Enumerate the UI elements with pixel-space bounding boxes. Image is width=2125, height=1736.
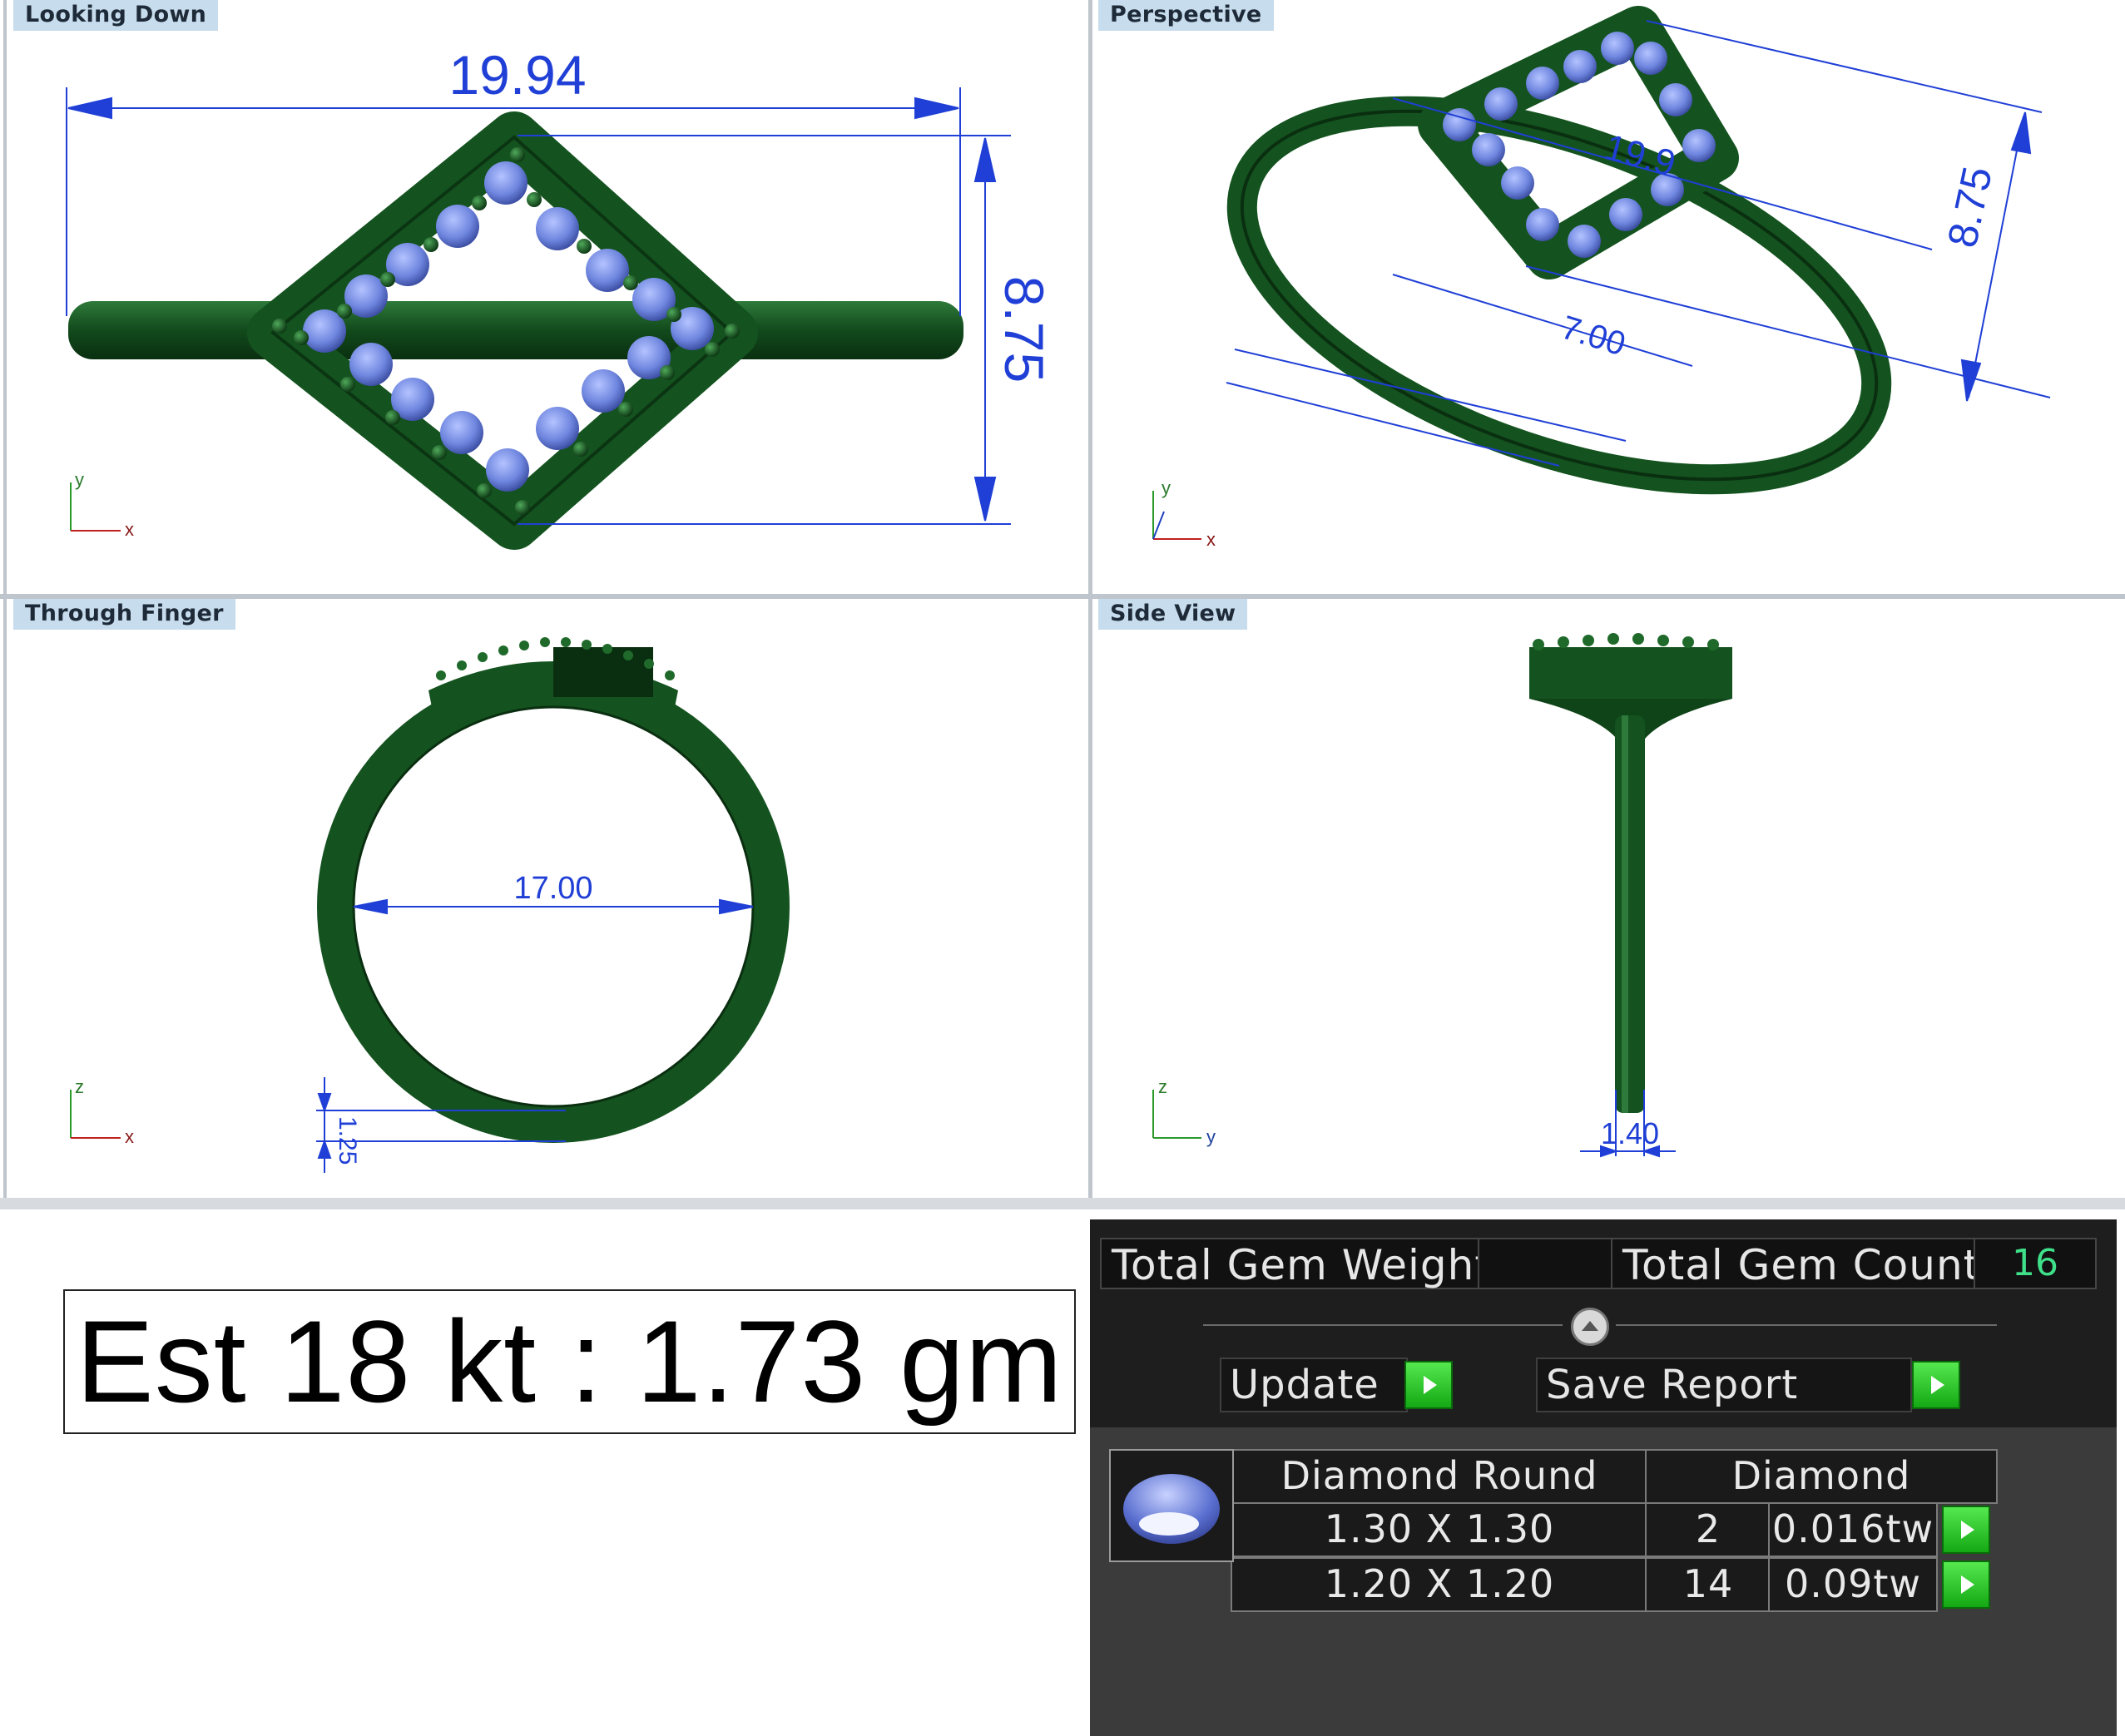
total-gem-count-value: 16	[1974, 1238, 2097, 1289]
table-header-shape: Diamond Round	[1231, 1449, 1648, 1504]
inner-diameter-label: 17.00	[513, 871, 592, 906]
viewport-border-bottom	[0, 1198, 2125, 1209]
row-1-play-button[interactable]	[1942, 1506, 1990, 1554]
viewport-border-left	[3, 0, 7, 1208]
save-report-play-icon[interactable]	[1912, 1361, 1960, 1409]
table-header-type: Diamond	[1645, 1449, 1998, 1504]
table-row-1-size: 1.30 X 1.30	[1231, 1502, 1648, 1557]
height-dimension-label: 8.75	[1939, 162, 2001, 251]
table-row-2-weight: 0.09tw	[1768, 1557, 1938, 1612]
gem-report-panel: Total Gem Weight .11 Total Gem Count 16 …	[1090, 1219, 2117, 1736]
viewport-perspective[interactable]: 19.9 8.75 7.00 y x Perspective	[1093, 0, 2117, 594]
axis-indicator-icon: z x	[70, 1076, 134, 1147]
width-dimension-label: 1.40	[1601, 1116, 1659, 1150]
viewport-label-looking-down: Looking Down	[13, 0, 219, 31]
update-play-icon[interactable]	[1404, 1361, 1453, 1409]
table-row-1-weight: 0.016tw	[1768, 1502, 1938, 1557]
dimension-lines	[1226, 20, 2051, 467]
ring-shank	[68, 301, 963, 359]
svg-text:x: x	[125, 519, 134, 540]
save-report-button-label: Save Report	[1546, 1362, 1799, 1408]
viewport-side-view[interactable]: 1.40 z y Side View	[1093, 599, 2117, 1198]
collapse-up-icon[interactable]	[1571, 1308, 1609, 1346]
top-setting	[1529, 647, 1732, 699]
ring-band	[1226, 96, 1892, 495]
weight-estimate-text: Est 18 kt : 1.73 gm	[76, 1296, 1063, 1427]
perspective-render: 19.9 8.75 7.00 y x	[1152, 6, 2051, 550]
viewport-looking-down[interactable]: 19.94 8.75 y x Looking Down	[8, 0, 1088, 594]
looking-down-render: 19.94 8.75 y x	[66, 44, 1055, 550]
row-2-play-button[interactable]	[1942, 1560, 1990, 1609]
thickness-label: 1.25	[334, 1116, 361, 1165]
play-icon	[1931, 1376, 1944, 1394]
ring-shank-side	[1615, 715, 1645, 1113]
viewport-label-through-finger: Through Finger	[13, 599, 235, 630]
play-icon	[1961, 1521, 1974, 1539]
width-dimension-label: 19.94	[448, 44, 586, 106]
axis-indicator-icon: y x	[1152, 477, 1216, 550]
viewport-through-finger[interactable]: 17.00 1.25 z x Through Finger	[8, 599, 1088, 1198]
axis-indicator-icon: y x	[70, 469, 134, 540]
viewport-label-side-view: Side View	[1098, 599, 1248, 630]
play-icon	[1961, 1575, 1974, 1594]
svg-text:z: z	[1158, 1076, 1167, 1097]
divider-right	[1616, 1324, 1997, 1326]
svg-text:y: y	[1162, 477, 1171, 498]
svg-text:y: y	[75, 469, 84, 490]
viewport-divider-vertical	[1088, 0, 1092, 1208]
play-icon	[1424, 1376, 1437, 1394]
divider-left	[1203, 1324, 1563, 1326]
height-dimension-label: 8.75	[993, 276, 1055, 383]
total-gem-count-label: Total Gem Count	[1611, 1238, 1984, 1289]
width-dimension-label: 19.9	[1600, 126, 1679, 184]
table-row-2-size: 1.20 X 1.20	[1231, 1557, 1648, 1612]
table-row-1-count: 2	[1645, 1502, 1771, 1557]
table-row-2-count: 14	[1645, 1557, 1771, 1612]
svg-text:z: z	[75, 1076, 84, 1097]
diameter-dimension-label: 7.00	[1557, 309, 1629, 364]
svg-text:x: x	[1206, 529, 1216, 550]
update-button[interactable]: Update	[1220, 1358, 1408, 1412]
side-view-render: 1.40 z y	[1152, 633, 1732, 1158]
update-button-label: Update	[1230, 1362, 1380, 1408]
axis-indicator-icon: z y	[1152, 1076, 1216, 1147]
svg-text:y: y	[1206, 1126, 1216, 1147]
svg-text:x: x	[125, 1126, 134, 1147]
total-gem-weight-label: Total Gem Weight	[1100, 1238, 1491, 1289]
weight-estimate-box: Est 18 kt : 1.73 gm	[63, 1289, 1076, 1434]
save-report-button[interactable]: Save Report	[1536, 1358, 1912, 1412]
gem-thumbnail-icon[interactable]	[1109, 1449, 1234, 1562]
viewport-label-perspective: Perspective	[1098, 0, 1274, 31]
through-finger-render: 17.00 1.25 z x	[70, 637, 790, 1173]
